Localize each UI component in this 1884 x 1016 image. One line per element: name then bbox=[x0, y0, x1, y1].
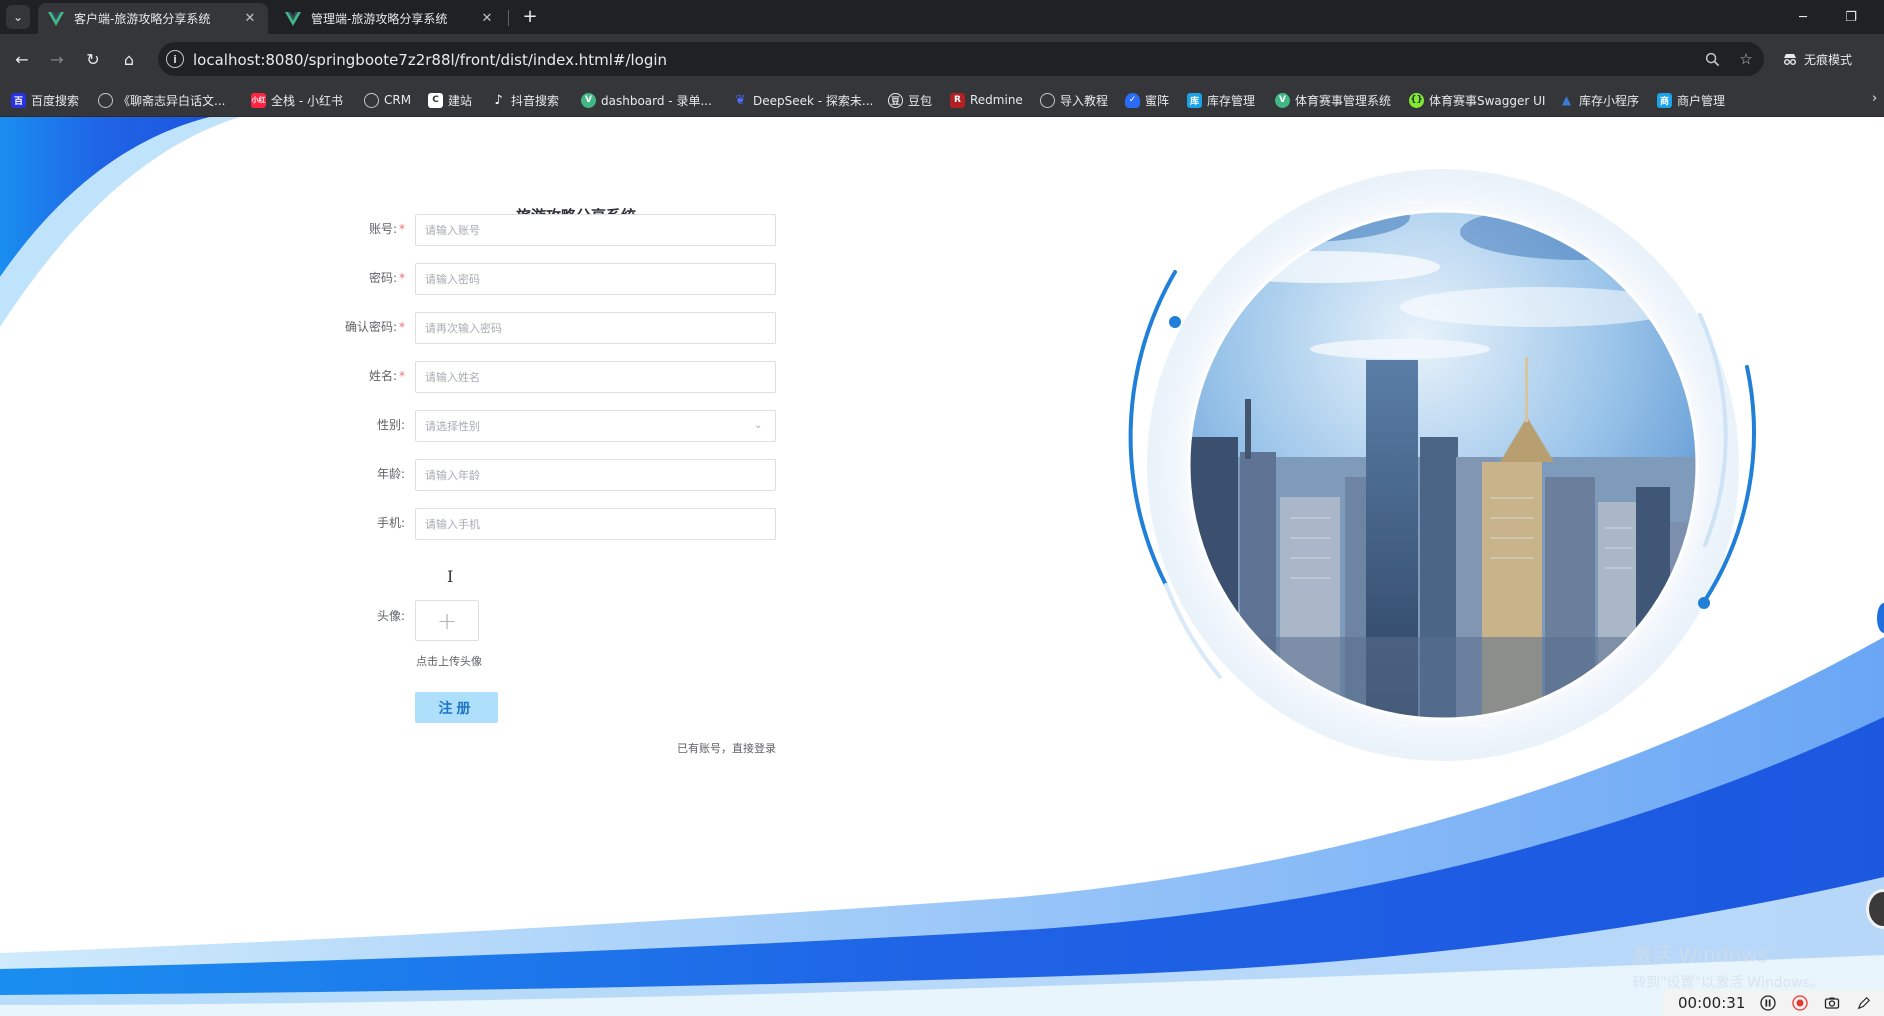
doubao-icon: 豆 bbox=[888, 92, 903, 108]
deepseek-icon: ❦ bbox=[735, 92, 746, 108]
name-input[interactable]: 请输入姓名 bbox=[415, 361, 776, 393]
vue-icon: V bbox=[581, 92, 596, 108]
tab-title: 客户端-旅游攻略分享系统 bbox=[74, 12, 211, 26]
upload-tip: 点击上传头像 bbox=[416, 655, 482, 668]
bookmark-item[interactable]: {} 体育赛事Swagger UI bbox=[1409, 91, 1545, 109]
back-button[interactable]: ← bbox=[9, 46, 35, 72]
app-icon: 库 bbox=[1187, 92, 1202, 108]
bookmark-item[interactable]: ♪ 抖音搜索 bbox=[491, 91, 559, 109]
bookmarks-overflow-icon[interactable]: › bbox=[1872, 91, 1877, 106]
forward-button[interactable]: → bbox=[44, 46, 70, 72]
redmine-icon: R bbox=[950, 92, 965, 108]
address-bar[interactable]: i localhost:8080/springbootе7z2r88l/fron… bbox=[158, 42, 1764, 76]
tab-separator bbox=[508, 10, 509, 26]
bookmark-item[interactable]: C 建站 bbox=[428, 91, 472, 109]
age-input[interactable]: 请输入年龄 bbox=[415, 459, 776, 491]
chevron-down-icon: ⌄ bbox=[754, 420, 763, 431]
site-info-icon[interactable]: i bbox=[166, 50, 184, 68]
login-link[interactable]: 已有账号，直接登录 bbox=[640, 740, 776, 756]
vue-icon bbox=[285, 11, 301, 26]
tab-close-icon[interactable]: ✕ bbox=[479, 11, 495, 26]
stop-record-icon[interactable] bbox=[1791, 994, 1809, 1012]
vue-icon: V bbox=[1275, 92, 1290, 108]
bookmark-item[interactable]: 导入教程 bbox=[1040, 91, 1108, 109]
pen-icon[interactable] bbox=[1855, 994, 1873, 1012]
page-viewport: 旅游攻略分享系统 账号:* 请输入账号 密码:* 请输入密码 确认密码:* 请再… bbox=[0, 117, 1884, 1016]
vue-icon bbox=[48, 11, 64, 26]
url-text[interactable]: localhost:8080/springbootе7z2r88l/front/… bbox=[193, 51, 667, 69]
douyin-icon: ♪ bbox=[494, 92, 503, 108]
recording-timer: 00:00:31 bbox=[1678, 994, 1746, 1012]
baidu-icon: 百 bbox=[11, 92, 26, 108]
password-input[interactable]: 请输入密码 bbox=[415, 263, 776, 295]
globe-icon bbox=[98, 92, 113, 108]
shield-icon: ✓ bbox=[1125, 92, 1140, 108]
age-label: 年龄: bbox=[376, 467, 405, 481]
background-decoration bbox=[0, 117, 1884, 1016]
confirm-password-label: 确认密码: * bbox=[344, 320, 405, 334]
bookmark-item[interactable]: 百百度搜索 bbox=[11, 91, 79, 109]
bookmark-item[interactable]: R Redmine bbox=[950, 91, 1023, 109]
avatar-label: 头像: bbox=[376, 609, 405, 623]
bookmark-item[interactable]: 豆豆包 bbox=[888, 91, 932, 109]
tab-admin[interactable]: 管理端-旅游攻略分享系统 ✕ bbox=[275, 3, 505, 34]
incognito-indicator[interactable]: 无痕模式 bbox=[1782, 45, 1852, 73]
bookmark-item[interactable]: ✓ 蜜阵 bbox=[1125, 91, 1169, 109]
bookmark-item[interactable]: CRM bbox=[364, 91, 411, 109]
phone-input[interactable]: 请输入手机 bbox=[415, 508, 776, 540]
bookmark-item[interactable]: 商商户管理 bbox=[1657, 91, 1725, 109]
tab-search-dropdown[interactable]: ⌄ bbox=[6, 5, 30, 29]
recording-toolbar: 00:00:31 bbox=[1662, 990, 1884, 1016]
bookmark-item[interactable]: Vdashboard - 录单... bbox=[581, 91, 712, 109]
phone-label: 手机: bbox=[376, 516, 405, 530]
camera-icon[interactable] bbox=[1823, 994, 1841, 1012]
name-label: 姓名: * bbox=[368, 369, 405, 383]
app-icon: 商 bbox=[1657, 92, 1672, 108]
bookmark-item[interactable]: ▲ 库存小程序 bbox=[1559, 91, 1639, 109]
globe-icon bbox=[1040, 92, 1055, 108]
browser-toolbar: ← → ↻ ⌂ i localhost:8080/springbootе7z2r… bbox=[0, 34, 1884, 83]
plus-icon: + bbox=[436, 606, 458, 635]
required-mark: * bbox=[399, 369, 405, 383]
gender-select-placeholder: 请选择性别 bbox=[425, 420, 480, 433]
reload-button[interactable]: ↻ bbox=[80, 46, 106, 72]
gender-label: 性别: bbox=[376, 418, 405, 432]
incognito-label: 无痕模式 bbox=[1804, 52, 1853, 67]
bookmark-item[interactable]: 小红 全栈 - 小红书 bbox=[251, 91, 343, 109]
swagger-icon: {} bbox=[1409, 92, 1424, 108]
gender-select[interactable]: 请选择性别 ⌄ bbox=[415, 410, 776, 442]
password-label: 密码: * bbox=[368, 271, 405, 285]
bookmark-item[interactable]: 《聊斋志异白话文... bbox=[98, 91, 225, 109]
site-icon: C bbox=[428, 92, 443, 108]
avatar-upload-button[interactable]: + bbox=[415, 600, 479, 641]
minimize-button[interactable]: ─ bbox=[1780, 3, 1826, 31]
pause-icon[interactable] bbox=[1759, 994, 1777, 1012]
tab-close-icon[interactable]: ✕ bbox=[242, 11, 258, 26]
zoom-icon[interactable] bbox=[1702, 49, 1722, 69]
incognito-icon bbox=[1784, 54, 1796, 65]
required-mark: * bbox=[399, 320, 405, 334]
windows-activation-watermark: 激活 Windows 转到"设置"以激活 Windows。 bbox=[1632, 943, 1824, 991]
triangle-icon: ▲ bbox=[1561, 93, 1572, 107]
bookmark-item[interactable]: 库库存管理 bbox=[1187, 91, 1255, 109]
text-cursor-icon: I bbox=[447, 567, 454, 586]
home-button[interactable]: ⌂ bbox=[116, 46, 142, 72]
tab-title: 管理端-旅游攻略分享系统 bbox=[311, 12, 448, 26]
account-input[interactable]: 请输入账号 bbox=[415, 214, 776, 246]
bookmark-star-icon[interactable]: ☆ bbox=[1736, 49, 1756, 69]
required-mark: * bbox=[399, 222, 405, 236]
xiaohongshu-icon: 小红 bbox=[251, 92, 266, 108]
new-tab-button[interactable]: + bbox=[518, 4, 542, 28]
register-button[interactable]: 注册 bbox=[415, 692, 498, 723]
account-label: 账号: * bbox=[368, 222, 405, 236]
globe-icon bbox=[364, 92, 379, 108]
restore-button[interactable]: ❐ bbox=[1828, 3, 1874, 31]
bookmark-item[interactable]: V 体育赛事管理系统 bbox=[1275, 91, 1391, 109]
bookmark-item[interactable]: ❦ DeepSeek - 探索未... bbox=[733, 91, 873, 109]
required-mark: * bbox=[399, 271, 405, 285]
tab-client[interactable]: 客户端-旅游攻略分享系统 ✕ bbox=[38, 3, 268, 34]
tab-strip: ⌄ 客户端-旅游攻略分享系统 ✕ 管理端-旅游攻略分享系统 ✕ + ─ ❐ bbox=[0, 0, 1884, 34]
confirm-password-input[interactable]: 请再次输入密码 bbox=[415, 312, 776, 344]
bookmarks-bar: 百百度搜索 《聊斋志异白话文... 小红 全栈 - 小红书 CRM C 建站 ♪ 抖音… bbox=[0, 83, 1884, 117]
